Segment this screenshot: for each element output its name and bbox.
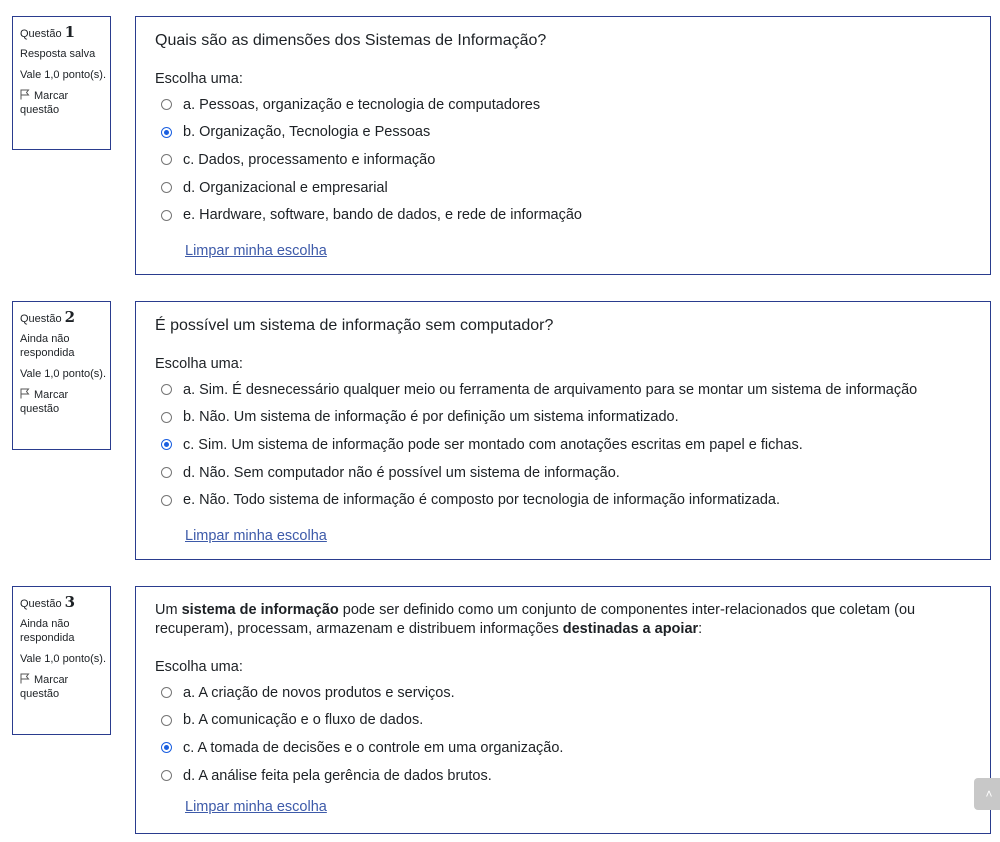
clear-choice-link[interactable]: Limpar minha escolha: [185, 528, 327, 544]
question-text-part: É possível um sistema de informação sem …: [155, 317, 554, 334]
answer-option[interactable]: e. Não. Todo sistema de informação é com…: [155, 486, 970, 514]
answer-option-label: a. Sim. É desnecessário qualquer meio ou…: [183, 381, 918, 398]
question-content: É possível um sistema de informação sem …: [135, 301, 991, 560]
answer-options: a. Pessoas, organização e tecnologia de …: [155, 91, 970, 229]
answer-option-label: c. A tomada de decisões e o controle em …: [183, 739, 564, 756]
radio-button[interactable]: [161, 384, 172, 396]
radio-button[interactable]: [161, 126, 172, 138]
radio-button[interactable]: [161, 411, 172, 423]
flag-icon: [20, 673, 30, 684]
answer-option-label: b. A comunicação e o fluxo de dados.: [183, 712, 424, 729]
question-text-part: Quais são as dimensões dos Sistemas de I…: [155, 32, 547, 49]
flag-question-button[interactable]: Marcar questão: [20, 673, 110, 701]
answer-option-label: b. Não. Um sistema de informação é por d…: [183, 409, 679, 426]
choose-one-prompt: Escolha uma:: [155, 356, 243, 372]
question-state: Resposta salva: [20, 48, 96, 60]
answer-option-label: c. Dados, processamento e informação: [183, 151, 436, 168]
question-text: Um sistema de informação pode ser defini…: [155, 601, 970, 639]
answer-option-label: e. Não. Todo sistema de informação é com…: [183, 492, 780, 509]
answer-option-label: d. Organizacional e empresarial: [183, 179, 388, 196]
question-info: Questão 2 Ainda não respondida Vale 1,0 …: [12, 301, 111, 450]
question-text: Quais são as dimensões dos Sistemas de I…: [155, 31, 970, 51]
answer-option-label: a. A criação de novos produtos e serviço…: [183, 684, 455, 701]
question-number: 2: [64, 308, 76, 326]
flag-icon: [20, 388, 30, 399]
question-label: Questão: [20, 28, 62, 40]
choose-one-prompt: Escolha uma:: [155, 659, 243, 675]
answer-option[interactable]: d. Não. Sem computador não é possível um…: [155, 459, 970, 487]
radio-button[interactable]: [161, 99, 172, 111]
answer-options: a. Sim. É desnecessário qualquer meio ou…: [155, 376, 970, 514]
radio-button[interactable]: [161, 742, 172, 754]
radio-button[interactable]: [161, 154, 172, 166]
radio-button[interactable]: [161, 467, 172, 479]
question-content: Quais são as dimensões dos Sistemas de I…: [135, 16, 991, 275]
answer-option[interactable]: b. Organização, Tecnologia e Pessoas: [155, 119, 970, 147]
question-info: Questão 1 Resposta salva Vale 1,0 ponto(…: [12, 16, 111, 150]
question-text: É possível um sistema de informação sem …: [155, 316, 970, 336]
radio-button[interactable]: [161, 439, 172, 451]
answer-option-label: d. Não. Sem computador não é possível um…: [183, 464, 620, 481]
chevron-up-icon: ˄: [985, 787, 993, 801]
answer-option[interactable]: a. Sim. É desnecessário qualquer meio ou…: [155, 376, 970, 404]
scroll-to-top-button[interactable]: ˄: [974, 778, 1000, 810]
question-number: 1: [64, 23, 76, 41]
question-grade: Vale 1,0 ponto(s).: [20, 69, 107, 81]
answer-option[interactable]: a. A criação de novos produtos e serviço…: [155, 679, 970, 707]
question-text-part: Um: [155, 602, 182, 618]
question-state: Ainda não respondida: [20, 333, 75, 359]
radio-button[interactable]: [161, 714, 172, 726]
question-text-part: :: [698, 621, 703, 637]
answer-option[interactable]: c. Sim. Um sistema de informação pode se…: [155, 431, 970, 459]
question-number-line: Questão 2: [20, 308, 110, 326]
question-state: Ainda não respondida: [20, 618, 75, 644]
flag-icon: [20, 89, 30, 100]
radio-button[interactable]: [161, 494, 172, 506]
answer-option-label: c. Sim. Um sistema de informação pode se…: [183, 436, 803, 453]
question-content: Um sistema de informação pode ser defini…: [135, 586, 991, 834]
answer-option-label: d. A análise feita pela gerência de dado…: [183, 767, 492, 784]
clear-choice-link[interactable]: Limpar minha escolha: [185, 243, 327, 259]
radio-button[interactable]: [161, 209, 172, 221]
flag-question-button[interactable]: Marcar questão: [20, 388, 110, 416]
flag-question-button[interactable]: Marcar questão: [20, 89, 110, 117]
answer-option[interactable]: a. Pessoas, organização e tecnologia de …: [155, 91, 970, 119]
question-label: Questão: [20, 313, 62, 325]
question-number: 3: [64, 593, 76, 611]
answer-option-label: a. Pessoas, organização e tecnologia de …: [183, 96, 541, 113]
answer-option[interactable]: d. A análise feita pela gerência de dado…: [155, 762, 970, 790]
answer-option-label: b. Organização, Tecnologia e Pessoas: [183, 124, 431, 141]
question-grade: Vale 1,0 ponto(s).: [20, 653, 107, 665]
radio-button[interactable]: [161, 770, 172, 782]
radio-button[interactable]: [161, 182, 172, 194]
answer-option-label: e. Hardware, software, bando de dados, e…: [183, 207, 582, 224]
question-text-emphasis: destinadas a apoiar: [562, 621, 699, 637]
clear-choice-link[interactable]: Limpar minha escolha: [185, 799, 327, 815]
answer-option[interactable]: b. A comunicação e o fluxo de dados.: [155, 707, 970, 735]
question-number-line: Questão 3: [20, 593, 110, 611]
answer-option[interactable]: b. Não. Um sistema de informação é por d…: [155, 404, 970, 432]
question-number-line: Questão 1: [20, 23, 110, 41]
answer-option[interactable]: e. Hardware, software, bando de dados, e…: [155, 201, 970, 229]
choose-one-prompt: Escolha uma:: [155, 71, 243, 87]
answer-option[interactable]: d. Organizacional e empresarial: [155, 174, 970, 202]
question-text-emphasis: sistema de informação: [181, 602, 339, 618]
answer-options: a. A criação de novos produtos e serviço…: [155, 679, 970, 789]
answer-option[interactable]: c. Dados, processamento e informação: [155, 146, 970, 174]
question-label: Questão: [20, 598, 62, 610]
question-grade: Vale 1,0 ponto(s).: [20, 368, 107, 380]
answer-option[interactable]: c. A tomada de decisões e o controle em …: [155, 734, 970, 762]
radio-button[interactable]: [161, 687, 172, 699]
question-info: Questão 3 Ainda não respondida Vale 1,0 …: [12, 586, 111, 735]
